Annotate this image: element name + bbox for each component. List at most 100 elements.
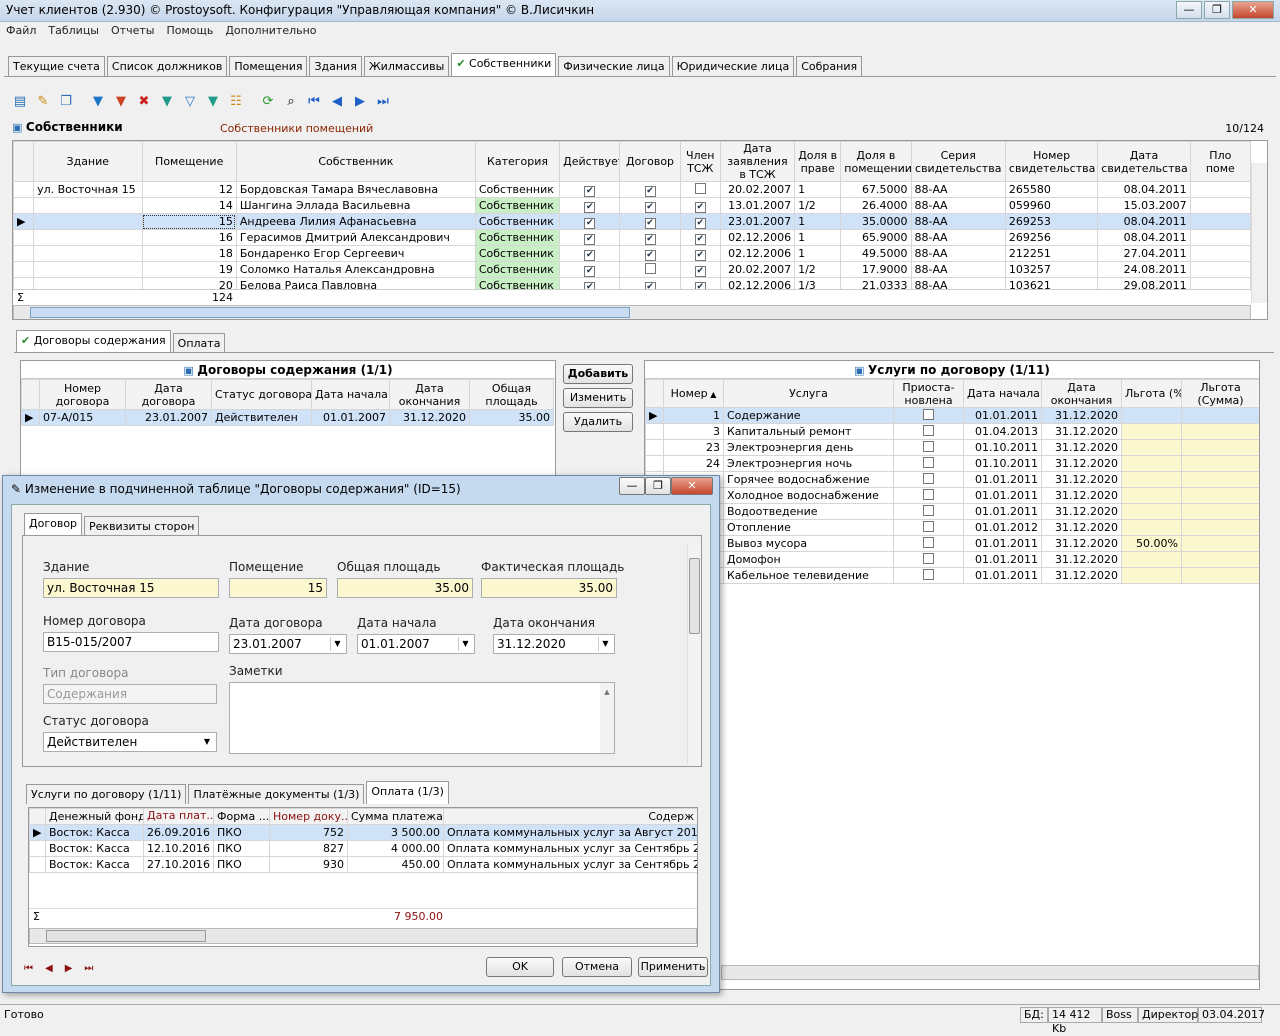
col-category[interactable]: Категория bbox=[474, 141, 561, 182]
scroll-thumb[interactable] bbox=[30, 307, 630, 318]
binoculars-icon[interactable]: ⌕ bbox=[281, 91, 301, 111]
tab-contract[interactable]: Договор bbox=[24, 513, 83, 536]
table-row[interactable]: Горячее водоснабжение 01.01.2011 31.12.202… bbox=[645, 471, 1259, 488]
filter-edit-icon[interactable]: ▽ bbox=[180, 91, 200, 111]
table-row[interactable]: Восток: Касса 12.10.2016 ПКО 827 4 000.00 Опл… bbox=[29, 840, 697, 857]
area-field[interactable]: 35.00 bbox=[337, 578, 473, 598]
tab-legal-entities[interactable]: Юридические лица bbox=[671, 56, 795, 76]
checkbox[interactable]: ✔ bbox=[694, 201, 706, 213]
checkbox[interactable] bbox=[923, 424, 934, 436]
checkbox[interactable]: ✔ bbox=[694, 265, 706, 277]
col-contract-number[interactable]: Номер договора bbox=[39, 379, 126, 410]
table-row[interactable]: Домофон 01.01.2011 31.12.2020 bbox=[645, 551, 1259, 568]
minimize-button[interactable]: — bbox=[1176, 1, 1202, 19]
checkbox[interactable] bbox=[923, 568, 934, 580]
col-cert-series[interactable]: Серия свидетельства bbox=[910, 141, 1006, 182]
checkbox[interactable]: ✔ bbox=[644, 249, 656, 261]
form-vscroll[interactable] bbox=[687, 544, 701, 764]
payments-grid[interactable]: Денежный фонд Дата плат... ▲ Форма ... Н… bbox=[28, 807, 698, 947]
col-doc-number[interactable]: Номер доку... bbox=[269, 808, 348, 825]
dialog-close-button[interactable]: ✕ bbox=[671, 477, 713, 495]
ok-button[interactable]: OK bbox=[486, 957, 554, 977]
prev-record-icon[interactable]: ◀ bbox=[327, 91, 347, 111]
next-record-icon[interactable]: ▶ bbox=[350, 91, 370, 111]
filter-icon[interactable]: ▼ bbox=[88, 91, 108, 111]
tab-payment-docs[interactable]: Платёжные документы (1/3) bbox=[188, 784, 365, 804]
copy-icon[interactable]: ❐ bbox=[56, 91, 76, 111]
col-room[interactable]: Помещение bbox=[141, 141, 237, 182]
col-contract[interactable]: Договор bbox=[619, 141, 681, 182]
tab-debtors[interactable]: Список должников bbox=[106, 56, 228, 76]
col-discount-sum[interactable]: Льгота (Сумма) bbox=[1181, 379, 1259, 408]
tab-rooms[interactable]: Помещения bbox=[229, 56, 308, 76]
apply-button[interactable]: Применить bbox=[638, 957, 708, 977]
checkbox[interactable]: ✔ bbox=[694, 217, 706, 229]
table-row[interactable]: 14 Шангина Эллада Васильевна Собственник ✔ ✔… bbox=[13, 197, 1252, 214]
services-hscroll[interactable] bbox=[721, 965, 1259, 980]
building-field[interactable]: ул. Восточная 15 bbox=[43, 578, 219, 598]
checkbox[interactable] bbox=[923, 520, 934, 532]
services-grid[interactable]: ▣ Услуги по договору (1/11) Номер ▲ Услу… bbox=[644, 360, 1260, 990]
menu-extra[interactable]: Дополнительно bbox=[219, 22, 322, 39]
table-row[interactable]: 16 Герасимов Дмитрий Александрович Собстве… bbox=[13, 229, 1252, 246]
dropdown-arrow-icon[interactable]: ▼ bbox=[458, 637, 472, 651]
col-form[interactable]: Форма ... bbox=[213, 808, 270, 825]
add-record-icon[interactable]: ▤ bbox=[10, 91, 30, 111]
tab-current-accounts[interactable]: Текущие счета bbox=[8, 56, 105, 76]
checkbox[interactable] bbox=[923, 440, 934, 452]
dropdown-arrow-icon[interactable]: ▼ bbox=[598, 637, 612, 651]
col-contract-status[interactable]: Статус договора bbox=[211, 379, 312, 410]
col-building[interactable]: Здание bbox=[33, 141, 143, 182]
filter-add-icon[interactable]: ▼ bbox=[157, 91, 177, 111]
last-record-icon[interactable]: ⏭ bbox=[373, 91, 393, 111]
checkbox[interactable]: ✔ bbox=[584, 249, 596, 261]
notes-scrollbar[interactable]: ▲▼ bbox=[600, 683, 614, 753]
tab-contract-services[interactable]: Услуги по договору (1/11) bbox=[26, 784, 187, 804]
scroll-thumb[interactable] bbox=[689, 558, 700, 634]
dialog-minimize-button[interactable]: — bbox=[619, 477, 645, 495]
add-button[interactable]: Добавить bbox=[563, 364, 633, 384]
col-total-area[interactable]: Общая площадь bbox=[469, 379, 554, 410]
tab-maintenance-contracts[interactable]: ✔ Договоры содержания bbox=[16, 330, 171, 353]
close-button[interactable]: ✕ bbox=[1232, 1, 1274, 19]
checkbox[interactable]: ✔ bbox=[584, 217, 596, 229]
dialog-maximize-button[interactable]: ❐ bbox=[645, 477, 671, 495]
checkbox[interactable]: ✔ bbox=[644, 185, 656, 197]
status-select[interactable]: Действителен ▼ bbox=[43, 732, 217, 752]
checkbox[interactable]: ✔ bbox=[584, 265, 596, 277]
table-row[interactable]: 24 Электроэнергия ночь 01.10.2011 31.12.202… bbox=[645, 455, 1259, 472]
tab-buildings[interactable]: Здания bbox=[309, 56, 362, 76]
checkbox[interactable] bbox=[923, 472, 934, 484]
menu-file[interactable]: Файл bbox=[0, 22, 42, 39]
checkbox[interactable] bbox=[923, 456, 934, 468]
col-service-start[interactable]: Дата начала bbox=[963, 379, 1042, 408]
col-tsj-date[interactable]: Дата заявления в ТСЖ bbox=[719, 141, 796, 182]
col-cert-number[interactable]: Номер свидетельства bbox=[1004, 141, 1099, 182]
contract-date-picker[interactable]: 23.01.2007 ▼ bbox=[229, 634, 347, 654]
menu-reports[interactable]: Отчеты bbox=[105, 22, 160, 39]
filter-clear-icon[interactable]: ▼ bbox=[111, 91, 131, 111]
nav-last-icon[interactable]: ⏭ bbox=[84, 963, 93, 974]
dropdown-arrow-icon[interactable]: ▼ bbox=[330, 637, 344, 651]
col-service-number[interactable]: Номер ▲ bbox=[663, 379, 724, 408]
col-start-date[interactable]: Дата начала bbox=[311, 379, 390, 410]
refresh-icon[interactable]: ⟳ bbox=[258, 91, 278, 111]
tab-owners[interactable]: ✔ Собственники bbox=[451, 53, 557, 76]
col-pay-sum[interactable]: Сумма платежа bbox=[347, 808, 444, 825]
tab-party-details[interactable]: Реквизиты сторон bbox=[84, 516, 200, 536]
table-row[interactable]: Вывоз мусора 01.01.2011 31.12.2020 50.00% bbox=[645, 535, 1259, 552]
col-contract-date[interactable]: Дата договора bbox=[125, 379, 212, 410]
table-row[interactable]: 19 Соломко Наталья Александровна Собственн… bbox=[13, 261, 1252, 278]
checkbox[interactable]: ✔ bbox=[644, 201, 656, 213]
col-share-room[interactable]: Доля в помещении bbox=[840, 141, 912, 182]
edit-pencil-icon[interactable]: ✎ bbox=[33, 91, 53, 111]
delete-button[interactable]: Удалить bbox=[563, 412, 633, 432]
first-record-icon[interactable]: ⏮ bbox=[304, 91, 324, 111]
menu-help[interactable]: Помощь bbox=[160, 22, 219, 39]
col-tsj-member[interactable]: Член ТСЖ bbox=[679, 141, 721, 182]
table-row[interactable]: ▶ 15 Андреева Лилия Афанасьевна Собственник… bbox=[13, 213, 1252, 230]
tab-individuals[interactable]: Физические лица bbox=[558, 56, 670, 76]
dropdown-arrow-icon[interactable]: ▼ bbox=[200, 735, 214, 749]
owners-hscroll[interactable] bbox=[13, 305, 1251, 319]
notes-textarea[interactable]: ▲▼ bbox=[229, 682, 615, 754]
